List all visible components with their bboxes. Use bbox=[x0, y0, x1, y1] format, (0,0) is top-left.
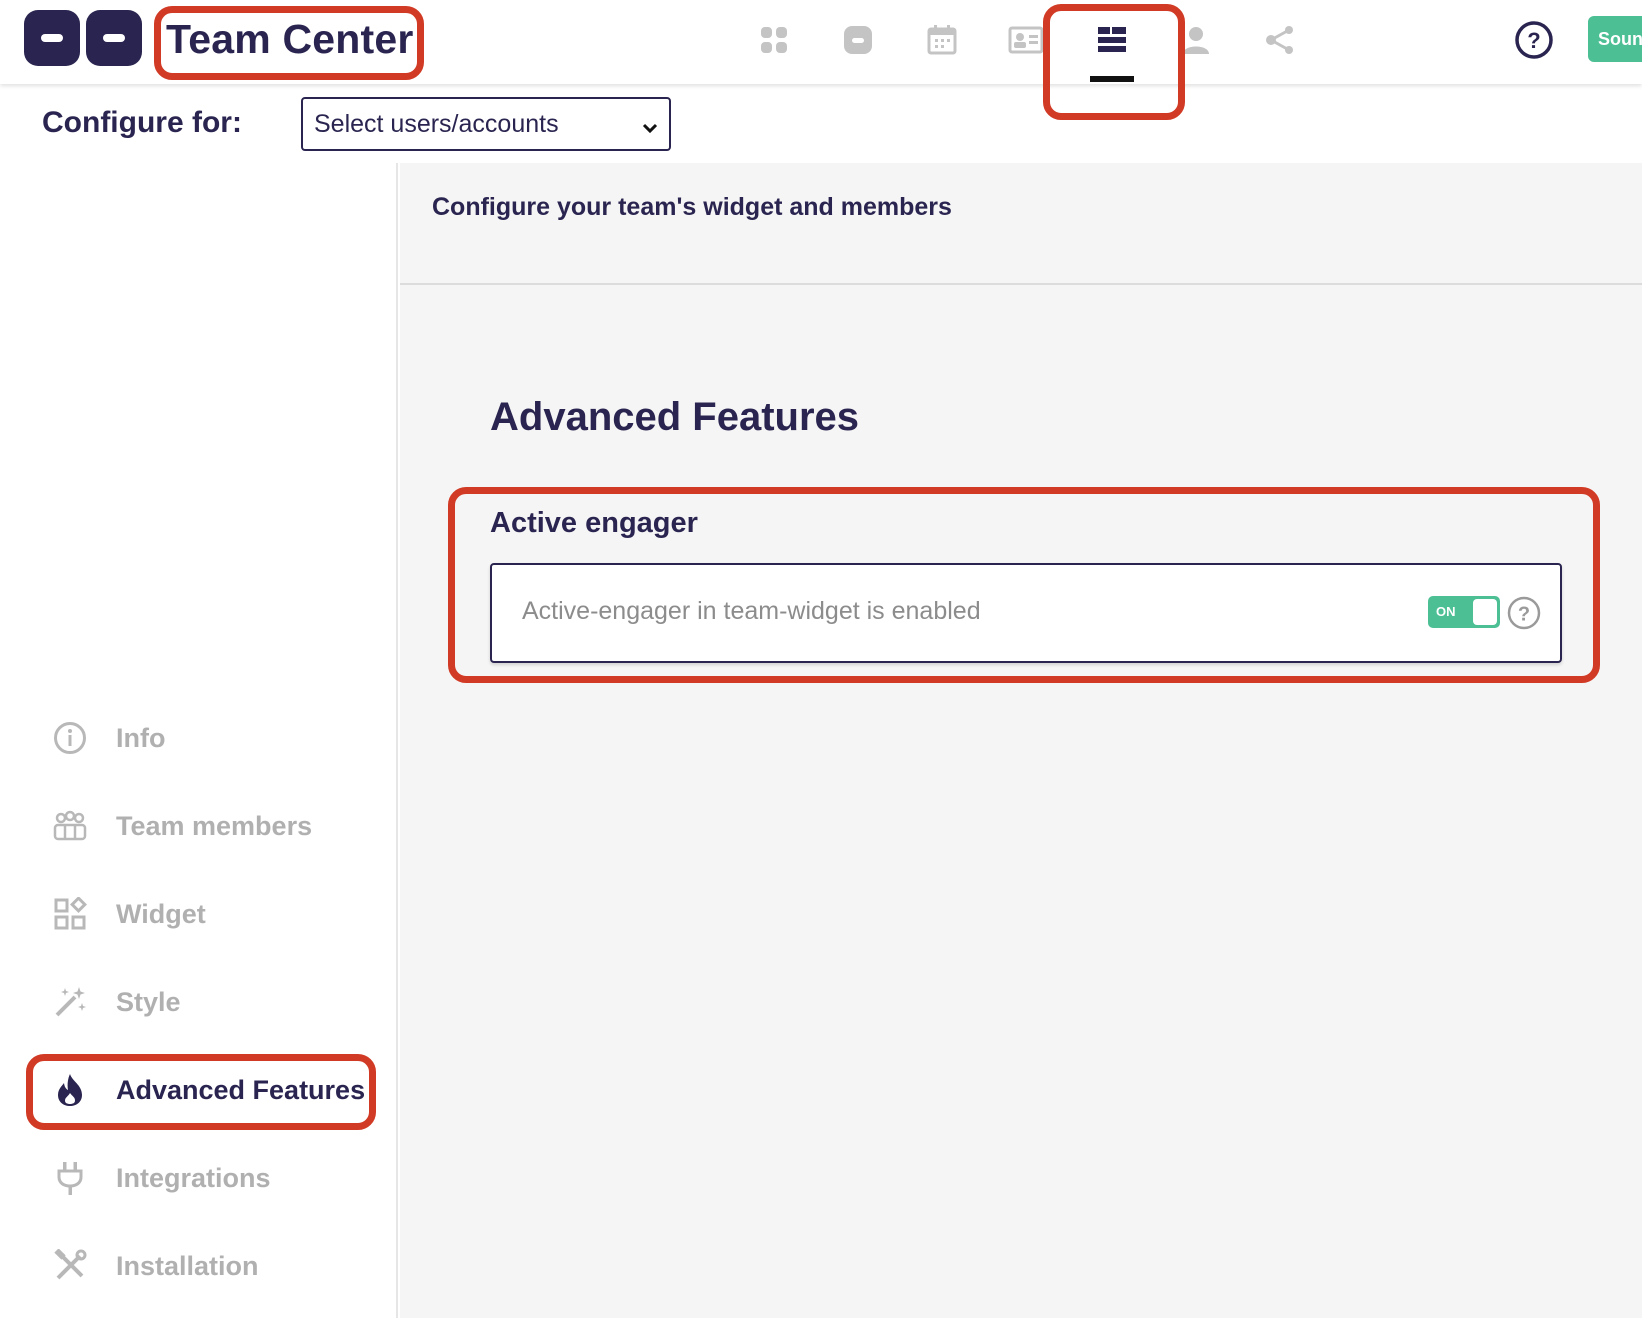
active-tab-indicator bbox=[1090, 76, 1134, 82]
sidebar-item-label: Info bbox=[116, 722, 166, 753]
chevron-down-icon bbox=[641, 115, 659, 144]
flame-icon bbox=[50, 1070, 90, 1110]
help-circle-icon[interactable]: ? bbox=[1506, 595, 1542, 631]
info-icon bbox=[50, 718, 90, 758]
active-engager-card: Active-engager in team-widget is enabled… bbox=[490, 563, 1562, 663]
plug-icon bbox=[50, 1158, 90, 1198]
sidebar-item-label: Widget bbox=[116, 898, 206, 929]
user-account-select[interactable]: Select users/accounts bbox=[301, 97, 671, 151]
chat-icon[interactable] bbox=[836, 18, 880, 62]
toggle-label: ON bbox=[1436, 604, 1456, 619]
widget-icon bbox=[50, 894, 90, 934]
sidebar-item-info[interactable]: Info bbox=[50, 714, 165, 762]
sidebar-item-widget[interactable]: Widget bbox=[50, 890, 206, 938]
sidebar-item-team-members[interactable]: Team members bbox=[50, 802, 312, 850]
magic-wand-icon bbox=[50, 982, 90, 1022]
section-title: Advanced Features bbox=[490, 395, 860, 439]
active-engager-toggle[interactable]: ON bbox=[1428, 596, 1500, 628]
contact-card-icon[interactable] bbox=[1004, 18, 1048, 62]
main-content: Configure your team's widget and members… bbox=[400, 163, 1642, 1318]
tools-icon bbox=[50, 1246, 90, 1286]
svg-text:?: ? bbox=[1518, 604, 1530, 626]
person-icon[interactable] bbox=[1174, 18, 1218, 62]
team-icon bbox=[50, 806, 90, 846]
share-icon[interactable] bbox=[1258, 18, 1302, 62]
sidebar-item-label: Installation bbox=[116, 1250, 259, 1281]
sidebar-item-label: Integrations bbox=[116, 1162, 271, 1193]
toggle-knob bbox=[1473, 599, 1497, 625]
calendar-icon[interactable] bbox=[920, 18, 964, 62]
svg-text:?: ? bbox=[1527, 28, 1540, 53]
top-bar: Team Center ? Sounds bbox=[0, 0, 1642, 84]
select-value: Select users/accounts bbox=[314, 110, 559, 138]
configure-for-label: Configure for: bbox=[42, 106, 242, 139]
logo-right-block bbox=[86, 10, 142, 66]
sidebar-item-label: Team members bbox=[116, 810, 313, 841]
sidebar-item-style[interactable]: Style bbox=[50, 978, 181, 1026]
sidebar-item-installation[interactable]: Installation bbox=[50, 1242, 259, 1290]
page-subtitle: Configure your team's widget and members bbox=[432, 193, 952, 221]
sidebar-item-integrations[interactable]: Integrations bbox=[50, 1154, 271, 1202]
sidebar: Info Team members Widget Style Advanced … bbox=[0, 163, 398, 1318]
main-header: Configure your team's widget and members bbox=[400, 163, 1642, 285]
sidebar-item-label: Advanced Features bbox=[116, 1074, 366, 1105]
sidebar-item-advanced-features[interactable]: Advanced Features bbox=[50, 1066, 365, 1114]
sound-button[interactable]: Sounds bbox=[1588, 16, 1642, 62]
help-circle-icon[interactable]: ? bbox=[1512, 18, 1556, 62]
sidebar-item-label: Style bbox=[116, 986, 181, 1017]
grid-icon[interactable] bbox=[752, 18, 796, 62]
feature-title: Active engager bbox=[490, 507, 698, 539]
feature-description: Active-engager in team-widget is enabled bbox=[522, 597, 981, 625]
app-title: Team Center bbox=[166, 16, 414, 62]
layout-list-icon[interactable] bbox=[1090, 18, 1134, 62]
logo-left-block bbox=[24, 10, 80, 66]
